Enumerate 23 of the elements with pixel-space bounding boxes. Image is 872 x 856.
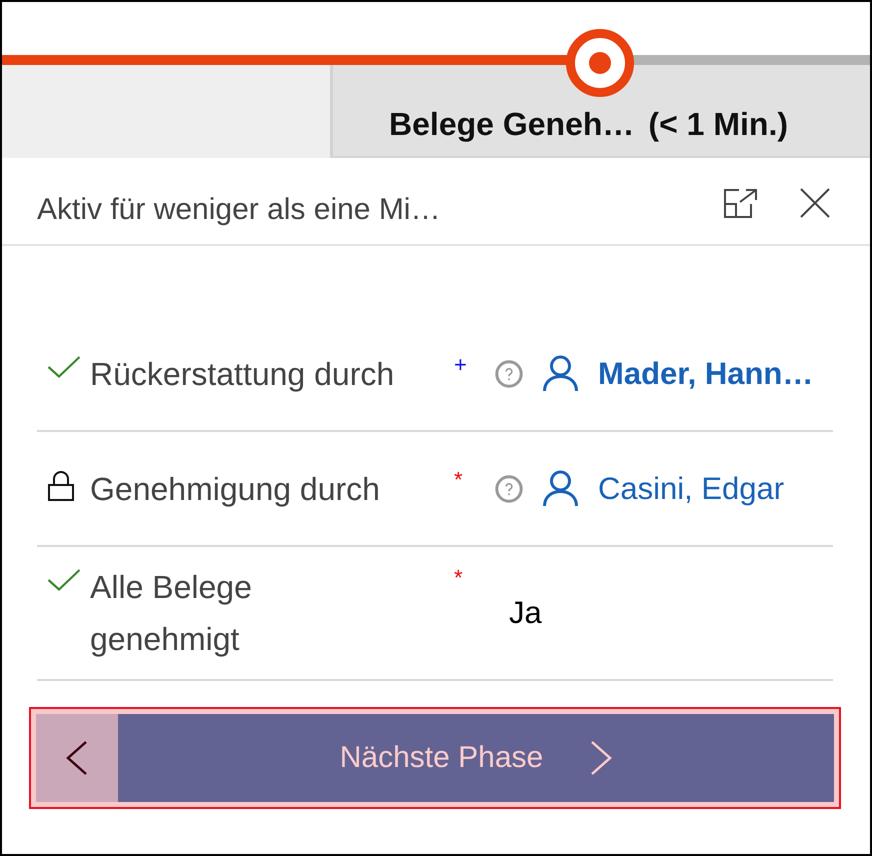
required-mark: *: [454, 567, 463, 589]
stage-duration: (< 1 Min.): [648, 105, 788, 144]
close-icon[interactable]: [800, 188, 830, 218]
field-label: Rückerstattung durch: [90, 354, 394, 394]
stage-name: Belege Geneh…: [389, 105, 634, 144]
required-mark: *: [454, 468, 463, 490]
field-label: Alle Belege genehmigt: [90, 568, 253, 659]
help-icon[interactable]: [495, 474, 523, 502]
person-icon: [542, 355, 579, 392]
field-label: Genehmigung durch: [90, 470, 380, 509]
ring-marker-icon: [566, 29, 634, 97]
lookup-link[interactable]: Casini, Edgar: [598, 468, 784, 508]
stage-tab[interactable]: Belege Geneh… (< 1 Min.): [330, 65, 870, 158]
lookup-link[interactable]: Mader, Hann…: [598, 354, 814, 394]
field-value: Ja: [509, 594, 542, 632]
status-text: Aktiv für weniger als eine Mi…: [37, 192, 442, 228]
help-icon[interactable]: [495, 360, 523, 388]
chevron-left-icon: [66, 741, 88, 775]
person-icon: [542, 470, 579, 507]
recommended-mark: +: [454, 354, 467, 376]
chevron-right-icon: [590, 741, 612, 775]
next-phase-button[interactable]: Nächste Phase: [118, 714, 834, 802]
popout-icon[interactable]: [724, 188, 758, 218]
